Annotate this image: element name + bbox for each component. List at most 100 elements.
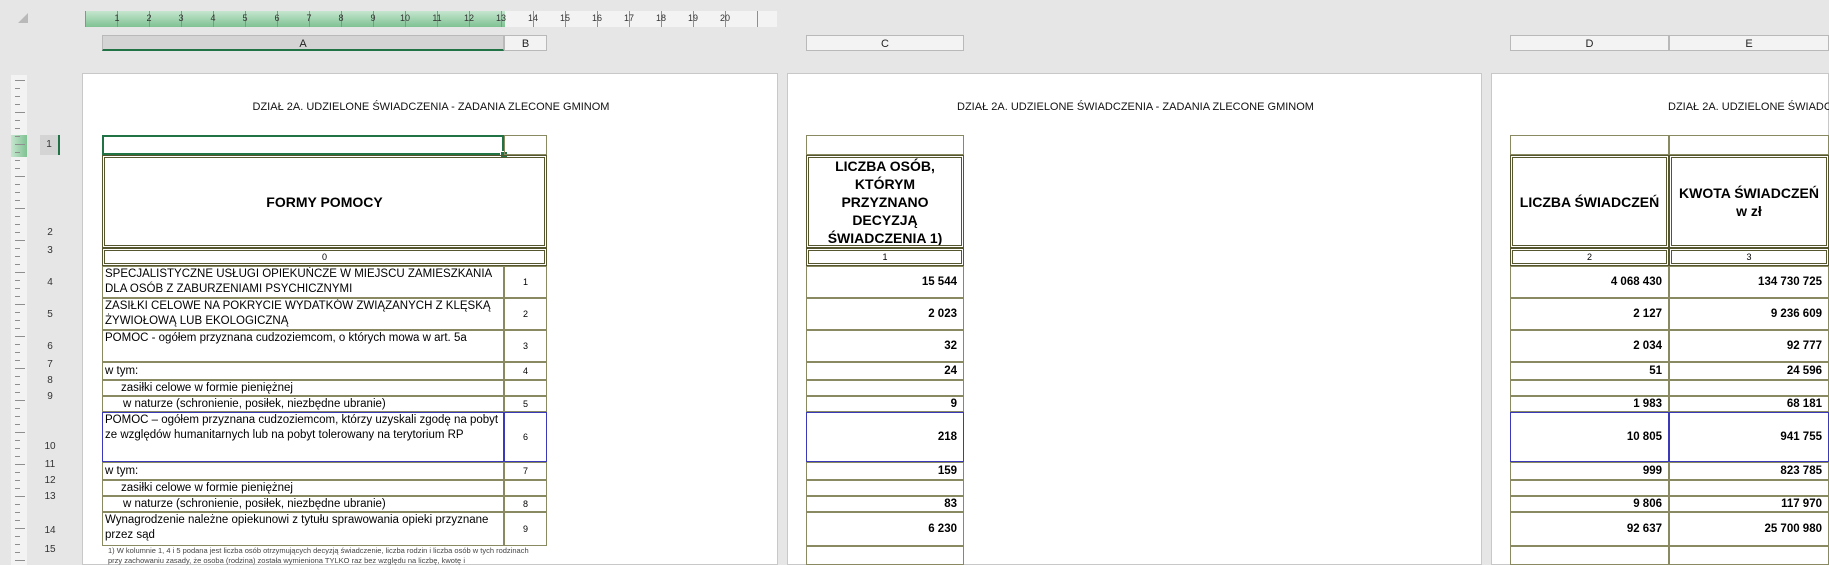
- ruler-number: 16: [591, 13, 602, 23]
- form-label[interactable]: w tym:: [102, 462, 504, 480]
- row-index[interactable]: [504, 480, 547, 496]
- value-liczba-swiadczen[interactable]: 9 806: [1510, 496, 1669, 512]
- column-header-c[interactable]: C: [806, 35, 964, 51]
- ruler-tick: [15, 80, 25, 81]
- select-all-corner[interactable]: [18, 13, 28, 23]
- row-header-5[interactable]: 5: [40, 298, 60, 330]
- index-cell[interactable]: 2: [1510, 248, 1669, 266]
- row-index[interactable]: 3: [504, 330, 547, 362]
- index-cell[interactable]: 1: [806, 248, 964, 266]
- value-kwota-swiadczen[interactable]: 823 785: [1669, 462, 1829, 480]
- cell-c1[interactable]: [806, 135, 964, 155]
- ruler-number: 3: [178, 13, 184, 23]
- index-cell[interactable]: 0: [102, 248, 547, 266]
- row-index[interactable]: [504, 380, 547, 396]
- cell-b1[interactable]: [504, 135, 547, 155]
- form-label[interactable]: ZASIŁKI CELOWE NA POKRYCIE WYDATKÓW ZWIĄ…: [102, 298, 504, 330]
- cell-c15[interactable]: [806, 546, 964, 565]
- form-label[interactable]: POMOC – ogółem przyznana cudzoziemcom, k…: [102, 412, 504, 462]
- ruler-tick: [15, 208, 25, 209]
- cell-d15[interactable]: [1510, 546, 1669, 565]
- row-index[interactable]: 5: [504, 396, 547, 412]
- column-header-d[interactable]: D: [1510, 35, 1669, 51]
- ruler-tick: [15, 216, 20, 217]
- value-liczba-osob[interactable]: [806, 480, 964, 496]
- column-header-a[interactable]: A: [102, 35, 504, 51]
- value-liczba-swiadczen[interactable]: [1510, 380, 1669, 396]
- ruler-tick: [15, 488, 20, 489]
- header-kwota-swiadczen[interactable]: KWOTA ŚWIADCZEŃ w zł: [1669, 155, 1829, 248]
- ruler-tick: [15, 496, 25, 497]
- ruler-tick: [15, 96, 20, 97]
- value-liczba-swiadczen[interactable]: 1 983: [1510, 396, 1669, 412]
- row-header-1[interactable]: 1: [40, 135, 60, 155]
- value-liczba-osob[interactable]: 32: [806, 330, 964, 362]
- value-liczba-osob[interactable]: 6 230: [806, 512, 964, 546]
- ruler-tick: [15, 432, 25, 433]
- ruler-tick: [15, 376, 20, 377]
- value-kwota-swiadczen[interactable]: 134 730 725: [1669, 266, 1829, 298]
- form-label[interactable]: w tym:: [102, 362, 504, 380]
- header-liczba-swiadczen[interactable]: LICZBA ŚWIADCZEŃ: [1510, 155, 1669, 248]
- ruler-tick: [15, 344, 20, 345]
- row-index[interactable]: 6: [504, 412, 547, 462]
- ruler-tick: [15, 512, 20, 513]
- row-index[interactable]: 7: [504, 462, 547, 480]
- value-liczba-osob[interactable]: 83: [806, 496, 964, 512]
- row-header-4[interactable]: 4: [40, 266, 60, 298]
- header-liczba-osob[interactable]: LICZBA OSÓB, KTÓRYM PRZYZNANO DECYZJĄ ŚW…: [806, 155, 964, 248]
- value-liczba-swiadczen[interactable]: 10 805: [1510, 412, 1669, 462]
- value-liczba-osob[interactable]: 218: [806, 412, 964, 462]
- value-liczba-swiadczen[interactable]: 999: [1510, 462, 1669, 480]
- value-kwota-swiadczen[interactable]: 92 777: [1669, 330, 1829, 362]
- row-index[interactable]: 1: [504, 266, 547, 298]
- value-liczba-swiadczen[interactable]: [1510, 480, 1669, 496]
- value-liczba-swiadczen[interactable]: 2 127: [1510, 298, 1669, 330]
- row-index[interactable]: 8: [504, 496, 547, 512]
- value-kwota-swiadczen[interactable]: 25 700 980: [1669, 512, 1829, 546]
- cell-d1[interactable]: [1510, 135, 1669, 155]
- form-label[interactable]: w naturze (schronienie, posiłek, niezbęd…: [102, 396, 504, 412]
- row-index[interactable]: 2: [504, 298, 547, 330]
- value-liczba-swiadczen[interactable]: 2 034: [1510, 330, 1669, 362]
- value-kwota-swiadczen[interactable]: [1669, 480, 1829, 496]
- row-header-9[interactable]: 9: [40, 391, 60, 412]
- form-label[interactable]: Wynagrodzenie należne opiekunowi z tytuł…: [102, 512, 504, 546]
- value-liczba-swiadczen[interactable]: 4 068 430: [1510, 266, 1669, 298]
- value-liczba-osob[interactable]: 9: [806, 396, 964, 412]
- value-kwota-swiadczen[interactable]: 941 755: [1669, 412, 1829, 462]
- selected-cell-a1[interactable]: [102, 135, 504, 155]
- ruler-number: 5: [242, 13, 248, 23]
- row-header-3[interactable]: 3: [40, 245, 60, 266]
- ruler-tick: [15, 416, 20, 417]
- header-formy-pomocy[interactable]: FORMY POMOCY: [102, 155, 547, 248]
- value-liczba-osob[interactable]: 24: [806, 362, 964, 380]
- row-index[interactable]: 9: [504, 512, 547, 546]
- value-liczba-swiadczen[interactable]: 51: [1510, 362, 1669, 380]
- row-header-15[interactable]: 15: [40, 544, 60, 565]
- value-liczba-osob[interactable]: [806, 380, 964, 396]
- value-liczba-osob[interactable]: 159: [806, 462, 964, 480]
- row-header-13[interactable]: 13: [40, 491, 60, 512]
- value-kwota-swiadczen[interactable]: 9 236 609: [1669, 298, 1829, 330]
- form-label[interactable]: zasiłki celowe w formie pieniężnej: [102, 480, 504, 496]
- value-liczba-osob[interactable]: 15 544: [806, 266, 964, 298]
- column-header-b[interactable]: B: [504, 35, 547, 51]
- value-kwota-swiadczen[interactable]: 68 181: [1669, 396, 1829, 412]
- value-kwota-swiadczen[interactable]: 24 596: [1669, 362, 1829, 380]
- row-index[interactable]: 4: [504, 362, 547, 380]
- value-kwota-swiadczen[interactable]: [1669, 380, 1829, 396]
- value-kwota-swiadczen[interactable]: 117 970: [1669, 496, 1829, 512]
- form-label[interactable]: POMOC - ogółem przyznana cudzoziemcom, o…: [102, 330, 504, 362]
- form-label[interactable]: w naturze (schronienie, posiłek, niezbęd…: [102, 496, 504, 512]
- form-label[interactable]: zasiłki celowe w formie pieniężnej: [102, 380, 504, 396]
- cell-e1[interactable]: [1669, 135, 1829, 155]
- form-label[interactable]: SPECJALISTYCZNE USŁUGI OPIEKUŃCZE W MIEJ…: [102, 266, 504, 298]
- row-header-2[interactable]: 2: [40, 155, 60, 248]
- index-cell[interactable]: 3: [1669, 248, 1829, 266]
- value-liczba-osob[interactable]: 2 023: [806, 298, 964, 330]
- column-header-e[interactable]: E: [1669, 35, 1829, 51]
- value-liczba-swiadczen[interactable]: 92 637: [1510, 512, 1669, 546]
- cell-e15[interactable]: [1669, 546, 1829, 565]
- ruler-tick: [15, 392, 20, 393]
